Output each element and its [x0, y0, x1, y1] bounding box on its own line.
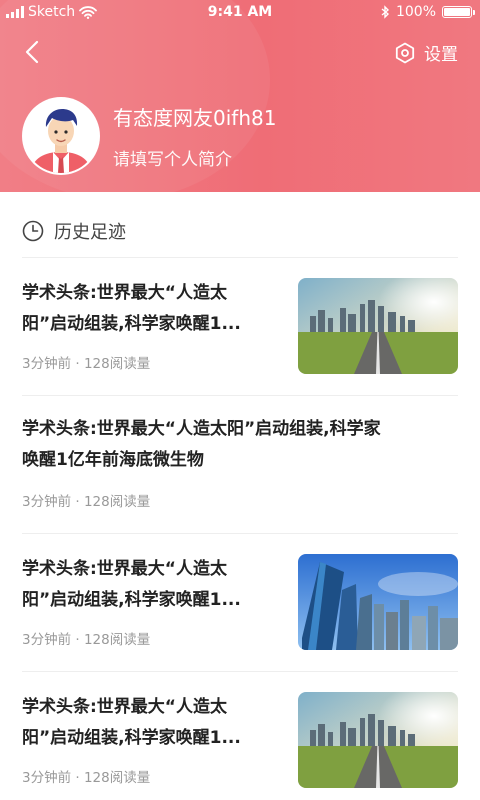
article-title-line: 学术头条:世界最大“人造太 [22, 697, 227, 717]
article-title-line: 阳”启动组装,科学家唤醒1... [22, 314, 241, 334]
article-meta: 3分钟前 · 128阅读量 [22, 632, 151, 648]
history-section-header: 历史足迹 [22, 218, 126, 244]
settings-button[interactable]: 设置 [394, 40, 458, 65]
list-item[interactable]: 学术头条:世界最大“人造太阳”启动组装,科学家 唤醒1亿年前海底微生物 3分钟前… [22, 414, 458, 512]
article-title-line: 学术头条:世界最大“人造太 [22, 559, 227, 579]
settings-label: 设置 [424, 45, 458, 65]
article-title: 学术头条:世界最大“人造太 阳”启动组装,科学家唤醒1... [22, 554, 292, 616]
article-title: 学术头条:世界最大“人造太 阳”启动组装,科学家唤醒1... [22, 278, 292, 340]
battery-percent: 100% [395, 4, 436, 20]
article-title-line: 阳”启动组装,科学家唤醒1... [22, 590, 241, 610]
history-title: 历史足迹 [54, 222, 126, 243]
user-avatar-illustration [24, 99, 98, 173]
divider [22, 257, 458, 258]
gear-icon [395, 42, 415, 63]
divider [22, 395, 458, 396]
bluetooth-icon [381, 5, 390, 19]
article-thumbnail [298, 554, 458, 650]
article-meta: 3分钟前 · 128阅读量 [22, 494, 151, 510]
list-item[interactable]: 学术头条:世界最大“人造太 阳”启动组装,科学家唤醒1... 3分钟前 · 12… [22, 278, 458, 374]
article-thumbnail [298, 278, 458, 374]
divider [22, 533, 458, 534]
profile-header: Sketch 9:41 AM 100% 设置 有态度网友0ifh81 请填写个人… [0, 0, 480, 192]
list-item[interactable]: 学术头条:世界最大“人造太 阳”启动组装,科学家唤醒1... 3分钟前 · 12… [22, 554, 458, 650]
article-title-line: 唤醒1亿年前海底微生物 [22, 450, 204, 470]
bio-placeholder[interactable]: 请填写个人简介 [113, 145, 232, 170]
article-title-line: 学术头条:世界最大“人造太阳”启动组装,科学家 [22, 419, 381, 439]
divider [22, 671, 458, 672]
status-bar: Sketch 9:41 AM 100% [0, 0, 480, 26]
avatar[interactable] [22, 97, 100, 175]
clock-icon [22, 220, 44, 242]
article-thumbnail [298, 692, 458, 788]
article-title: 学术头条:世界最大“人造太 阳”启动组装,科学家唤醒1... [22, 692, 292, 754]
battery-icon [442, 6, 475, 18]
article-title-line: 阳”启动组装,科学家唤醒1... [22, 728, 241, 748]
list-item[interactable]: 学术头条:世界最大“人造太 阳”启动组装,科学家唤醒1... 3分钟前 · 12… [22, 692, 458, 788]
article-title: 学术头条:世界最大“人造太阳”启动组装,科学家 唤醒1亿年前海底微生物 [22, 414, 458, 476]
back-icon[interactable] [20, 38, 48, 66]
article-meta: 3分钟前 · 128阅读量 [22, 770, 151, 786]
username: 有态度网友0ifh81 [113, 106, 277, 130]
article-title-line: 学术头条:世界最大“人造太 [22, 283, 227, 303]
article-meta: 3分钟前 · 128阅读量 [22, 356, 151, 372]
